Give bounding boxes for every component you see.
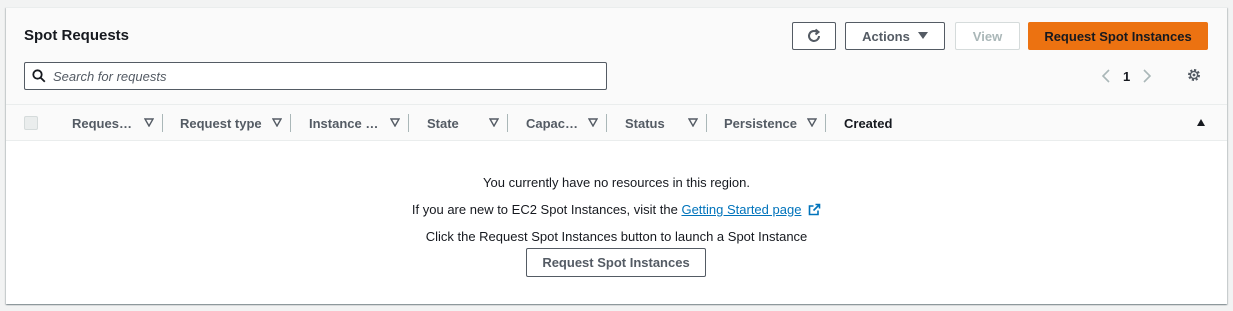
view-button[interactable]: View — [955, 22, 1020, 50]
search-input[interactable] — [53, 68, 593, 84]
column-header[interactable]: Reques… — [72, 105, 162, 141]
sort-ascending-icon — [1197, 119, 1205, 126]
panel-header: Spot Requests Actions View Request Spot … — [6, 8, 1227, 105]
column-label: Persistence — [724, 115, 797, 131]
column-header[interactable]: State — [427, 105, 507, 141]
external-link-icon[interactable] — [808, 203, 821, 216]
instruction-text: Click the Request Spot Instances button … — [425, 229, 808, 244]
sort-triangle-icon — [807, 118, 817, 127]
actions-label: Actions — [862, 28, 910, 44]
getting-started-text: If you are new to EC2 Spot Instances, vi… — [411, 202, 682, 217]
getting-started-line: If you are new to EC2 Spot Instances, vi… — [6, 202, 1227, 217]
refresh-button[interactable] — [792, 22, 836, 50]
table-header: Reques… Request type Instance … State Ca… — [6, 105, 1227, 141]
column-divider[interactable] — [408, 114, 409, 132]
column-divider[interactable] — [290, 114, 291, 132]
search-icon — [25, 69, 53, 83]
chevron-left-icon[interactable] — [1101, 68, 1111, 84]
column-label: State — [427, 115, 459, 131]
sort-triangle-icon — [489, 118, 499, 127]
column-divider[interactable] — [162, 114, 163, 132]
getting-started-link[interactable]: Getting Started page — [681, 202, 801, 217]
column-header[interactable]: Persistence — [724, 105, 825, 141]
column-header[interactable]: Capac… — [526, 105, 606, 141]
column-header[interactable]: Status — [625, 105, 706, 141]
column-header[interactable]: Instance … — [309, 105, 408, 141]
gear-icon — [1188, 69, 1200, 81]
chevron-right-icon[interactable] — [1142, 68, 1152, 84]
sort-triangle-icon — [588, 118, 598, 127]
column-label: Reques… — [72, 115, 132, 131]
caret-down-icon — [917, 32, 928, 39]
column-label: Created — [844, 115, 893, 131]
column-label: Status — [625, 115, 665, 131]
search-field[interactable] — [24, 62, 607, 90]
sort-triangle-icon — [144, 118, 154, 127]
column-divider[interactable] — [706, 114, 707, 132]
column-label: Capac… — [526, 115, 579, 131]
column-header-sorted[interactable]: Created — [844, 105, 1214, 141]
page-title: Spot Requests — [24, 27, 130, 44]
empty-message: You currently have no resources in this … — [483, 175, 750, 190]
empty-state: You currently have no resources in this … — [6, 141, 1227, 305]
column-label: Instance … — [309, 115, 379, 131]
refresh-icon — [808, 28, 821, 42]
pagination: 1 — [1101, 66, 1152, 86]
request-spot-instances-button[interactable]: Request Spot Instances — [1028, 22, 1208, 50]
column-header[interactable]: Request type — [180, 105, 290, 141]
page-number[interactable]: 1 — [1123, 69, 1130, 84]
select-all-checkbox[interactable] — [24, 116, 38, 130]
column-label: Request type — [180, 115, 262, 131]
column-divider[interactable] — [507, 114, 508, 132]
actions-button[interactable]: Actions — [845, 22, 945, 50]
column-divider[interactable] — [606, 114, 607, 132]
empty-state-request-button[interactable]: Request Spot Instances — [526, 248, 706, 277]
settings-button[interactable] — [1186, 67, 1202, 86]
column-divider[interactable] — [825, 114, 826, 132]
sort-triangle-icon — [390, 118, 400, 127]
sort-triangle-icon — [272, 118, 282, 127]
spot-requests-panel: Spot Requests Actions View Request Spot … — [6, 7, 1227, 304]
sort-triangle-icon — [688, 118, 698, 127]
